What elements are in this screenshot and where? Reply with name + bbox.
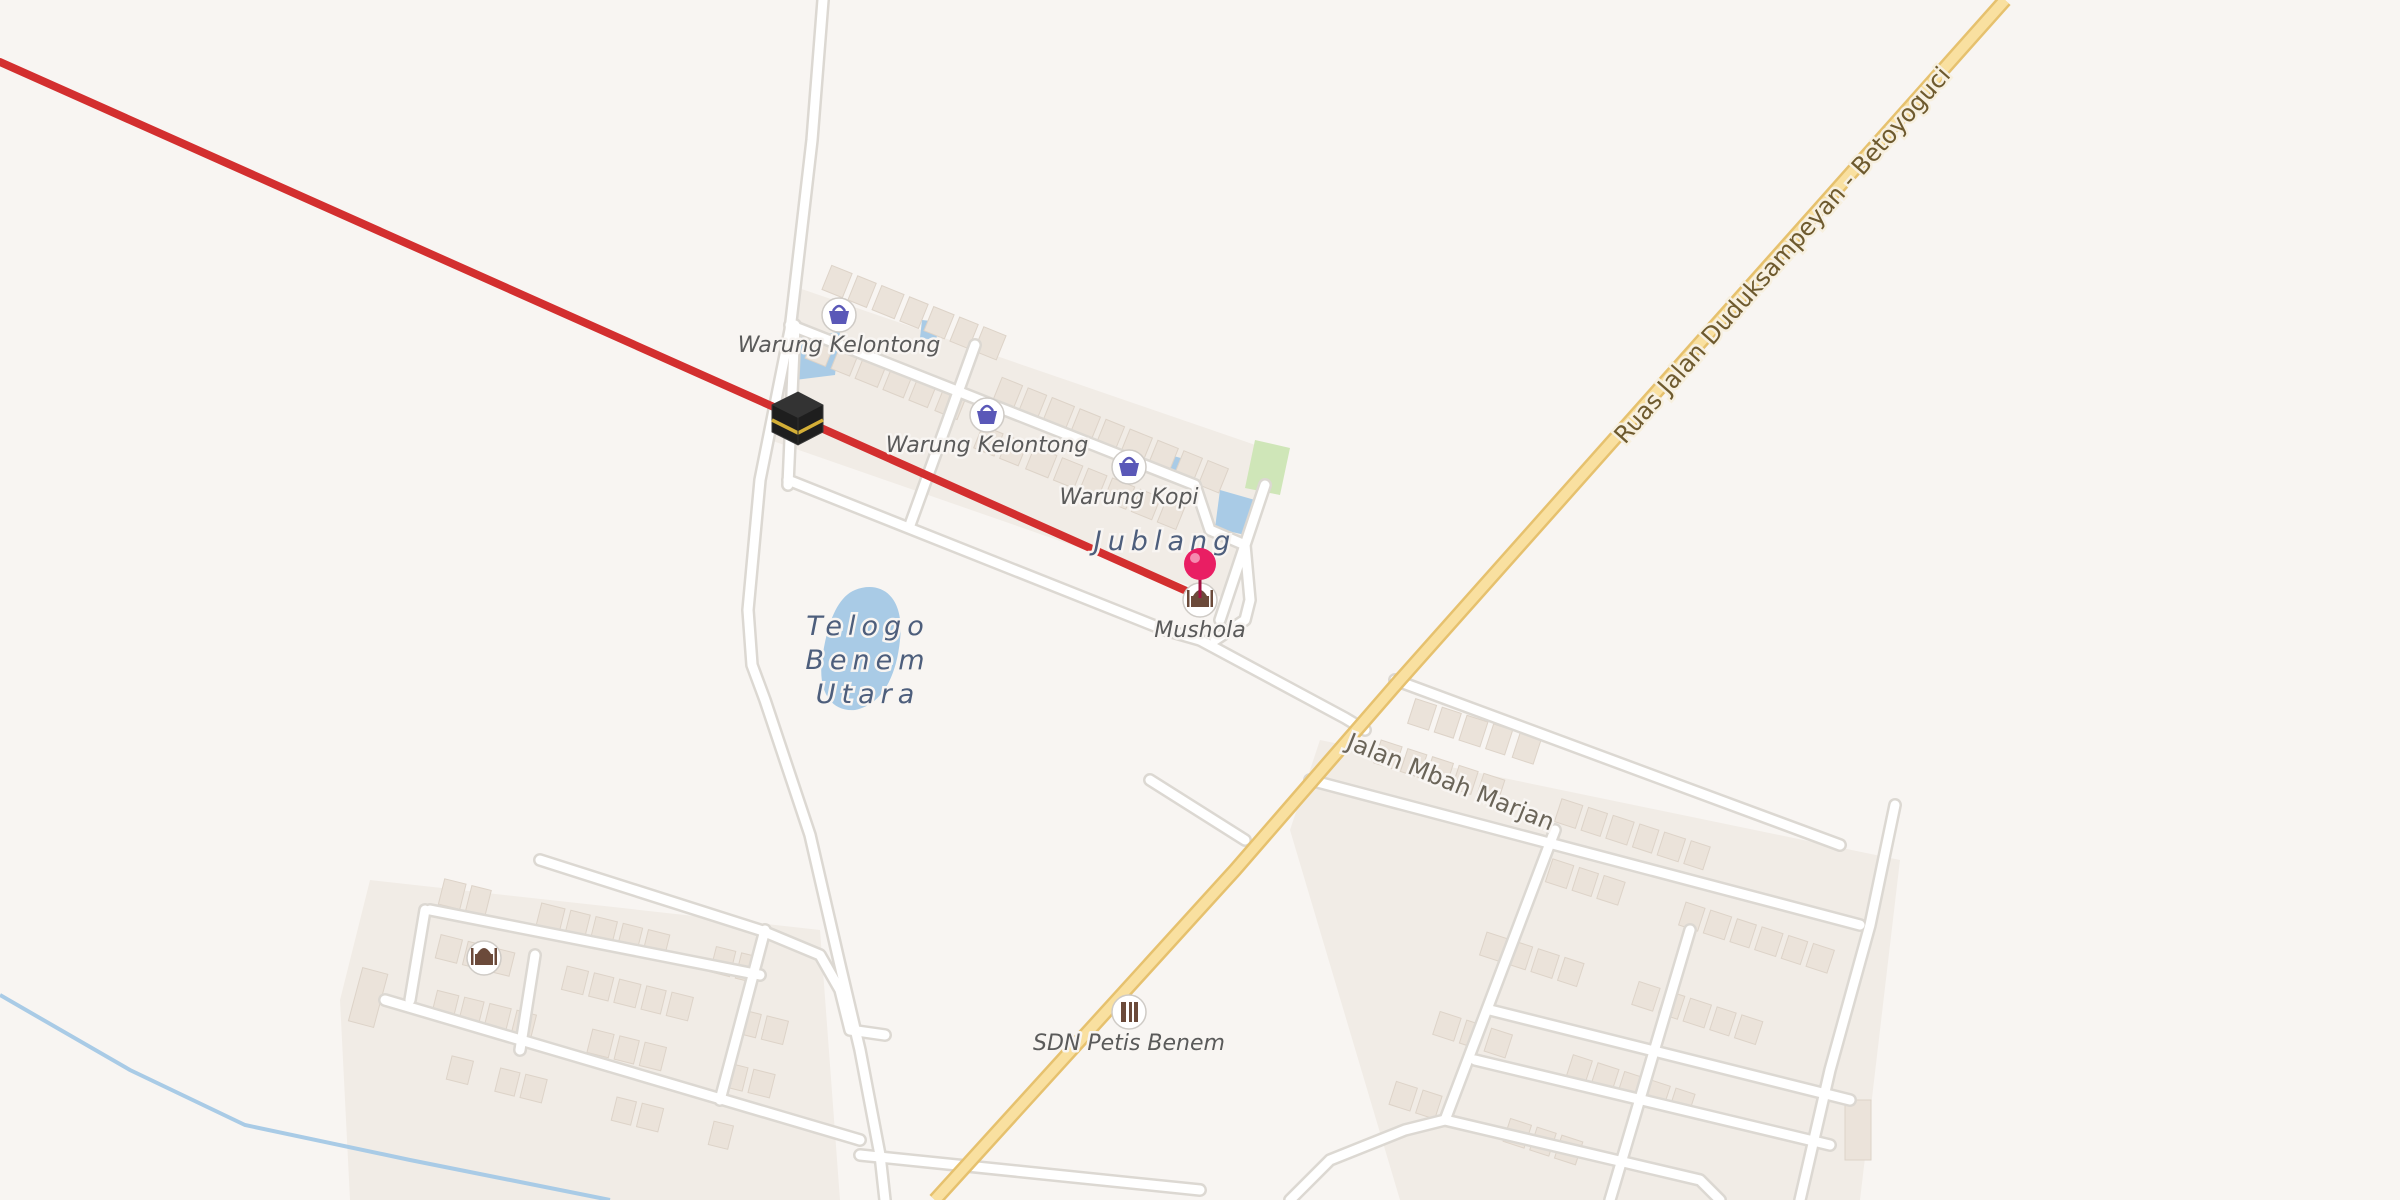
svg-text:SDN Petis Benem: SDN Petis Benem	[1033, 1031, 1225, 1056]
svg-text:Mushola: Mushola	[1154, 618, 1245, 643]
poi-mosque-southwest[interactable]	[466, 940, 502, 976]
poi-sdn-petis-benem[interactable]: SDN Petis Benem	[1031, 994, 1227, 1059]
svg-text:Warung Kelontong: Warung Kelontong	[886, 433, 1089, 458]
svg-text:Warung Kelontong: Warung Kelontong	[738, 333, 941, 358]
svg-text:Utara: Utara	[816, 679, 921, 710]
place-label-jublang: Jublang	[1089, 526, 1237, 557]
school-icon	[1121, 1002, 1138, 1022]
svg-text:Telogo: Telogo	[806, 611, 929, 642]
svg-text:Warung Kopi: Warung Kopi	[1059, 485, 1198, 510]
map-view[interactable]: Ruas Jalan Duduksampeyan - Betoyoguci Ja…	[0, 0, 2400, 1200]
svg-text:Benem: Benem	[805, 645, 930, 676]
place-label-telogo: Telogo Benem Utara	[803, 609, 930, 713]
road-label-ruas-jalan: Ruas Jalan Duduksampeyan - Betoyoguci	[1609, 61, 1957, 449]
map-canvas[interactable]: Ruas Jalan Duduksampeyan - Betoyoguci Ja…	[0, 0, 2400, 1200]
qibla-direction-line	[0, 58, 1204, 601]
